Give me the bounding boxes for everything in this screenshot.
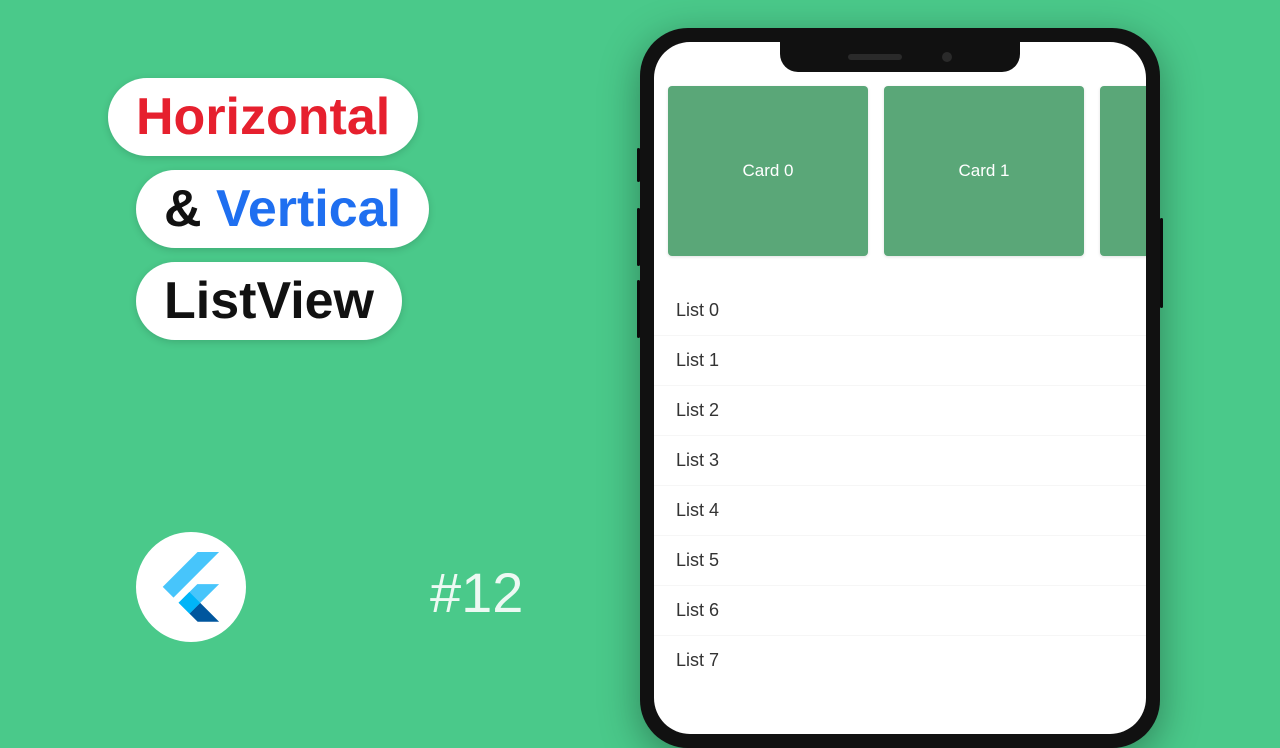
title-pill-vertical: & Vertical [136, 170, 429, 248]
phone-volume-up [637, 208, 640, 266]
card-item[interactable]: Card 1 [884, 86, 1084, 256]
list-item[interactable]: List 4 [654, 486, 1146, 535]
flutter-logo-badge [136, 532, 246, 642]
flutter-icon [162, 552, 220, 622]
app-screen: Card 0 Card 1 List 0 List 1 List 2 List … [654, 42, 1146, 734]
list-item[interactable]: List 0 [654, 286, 1146, 335]
list-label: List 3 [676, 450, 719, 470]
list-item[interactable]: List 7 [654, 636, 1146, 685]
list-label: List 5 [676, 550, 719, 570]
list-item[interactable]: List 1 [654, 336, 1146, 385]
phone-volume-down [637, 280, 640, 338]
list-label: List 2 [676, 400, 719, 420]
list-label: List 0 [676, 300, 719, 320]
episode-number: #12 [430, 560, 523, 625]
phone-notch [780, 42, 1020, 72]
list-label: List 7 [676, 650, 719, 670]
list-label: List 6 [676, 600, 719, 620]
phone-speaker [848, 54, 902, 60]
vertical-listview[interactable]: List 0 List 1 List 2 List 3 List 4 List … [654, 286, 1146, 685]
phone-screen-bezel: Card 0 Card 1 List 0 List 1 List 2 List … [654, 42, 1146, 734]
title-pill-listview: ListView [136, 262, 402, 340]
list-label: List 1 [676, 350, 719, 370]
phone-frame: Card 0 Card 1 List 0 List 1 List 2 List … [640, 28, 1160, 748]
title-word-vertical: Vertical [216, 180, 401, 238]
card-item[interactable] [1100, 86, 1146, 256]
title-pill-horizontal: Horizontal [108, 78, 418, 156]
card-item[interactable]: Card 0 [668, 86, 868, 256]
list-label: List 4 [676, 500, 719, 520]
title-ampersand: & [164, 180, 202, 238]
horizontal-listview[interactable]: Card 0 Card 1 [654, 86, 1146, 256]
list-item[interactable]: List 5 [654, 536, 1146, 585]
phone-camera [942, 52, 952, 62]
phone-mute-switch [637, 148, 640, 182]
list-item[interactable]: List 3 [654, 436, 1146, 485]
list-item[interactable]: List 6 [654, 586, 1146, 635]
title-word-listview: ListView [164, 272, 374, 330]
phone-power-button [1160, 218, 1163, 308]
card-label: Card 0 [742, 161, 793, 181]
list-item[interactable]: List 2 [654, 386, 1146, 435]
card-label: Card 1 [958, 161, 1009, 181]
title-word-horizontal: Horizontal [136, 88, 390, 146]
